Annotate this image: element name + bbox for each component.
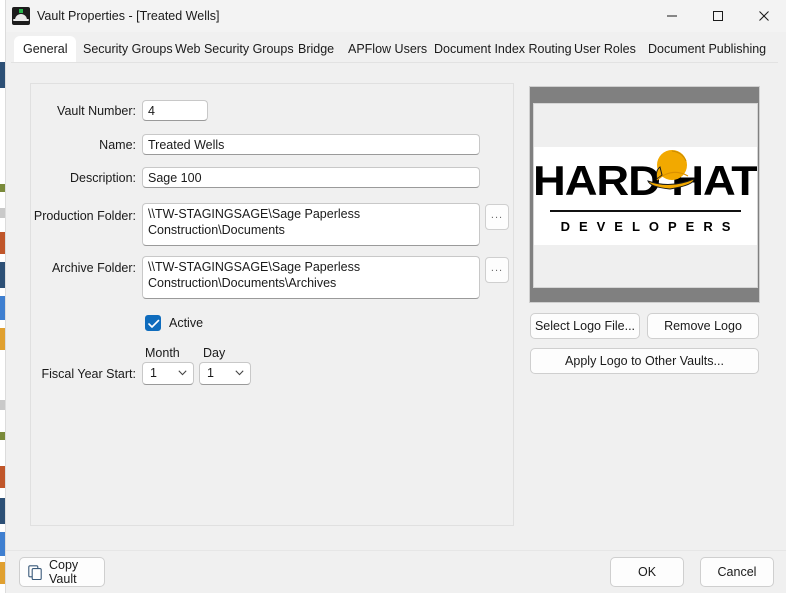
copy-icon [28, 564, 42, 580]
fiscal-year-start-label: Fiscal Year Start: [41, 367, 137, 381]
cancel-button[interactable]: Cancel [700, 557, 774, 587]
archive-folder-browse-button[interactable]: ... [485, 257, 509, 283]
ok-button[interactable]: OK [610, 557, 684, 587]
name-label: Name: [99, 138, 136, 152]
description-input[interactable] [142, 167, 480, 188]
check-icon [148, 319, 160, 328]
vault-number-input[interactable] [142, 100, 208, 121]
close-icon[interactable] [741, 0, 786, 32]
tab-apflow-users[interactable]: APFlow Users [339, 36, 436, 62]
tab-user-roles[interactable]: User Roles [565, 36, 645, 62]
vault-properties-window: Vault Properties - [Treated Wells] Gener… [5, 0, 786, 593]
remove-logo-button[interactable]: Remove Logo [647, 313, 759, 339]
archive-folder-input[interactable] [142, 256, 480, 299]
fiscal-day-select[interactable]: 1 [199, 362, 251, 385]
fiscal-month-value: 1 [150, 366, 157, 380]
select-logo-file-button[interactable]: Select Logo File... [530, 313, 640, 339]
production-folder-input[interactable] [142, 203, 480, 246]
fiscal-month-select[interactable]: 1 [142, 362, 194, 385]
chevron-down-icon [235, 370, 244, 376]
tab-general[interactable]: General [14, 36, 77, 62]
tab-bar: General Security Groups Web Security Gro… [6, 32, 786, 63]
screen: Vault Properties - [Treated Wells] Gener… [0, 0, 786, 593]
month-label: Month [145, 346, 180, 360]
copy-vault-label: Copy Vault [49, 558, 79, 586]
archive-folder-label: Archive Folder: [51, 261, 136, 275]
tab-bridge[interactable]: Bridge [289, 36, 343, 62]
hard-hat-icon [12, 7, 30, 25]
logo-image: HARD HAT DEVELOPERS [533, 103, 758, 288]
maximize-icon[interactable] [695, 0, 741, 32]
apply-logo-to-other-vaults-button[interactable]: Apply Logo to Other Vaults... [530, 348, 759, 374]
active-label: Active [169, 316, 204, 330]
footer-bar: Copy Vault OK Cancel [6, 550, 786, 593]
production-folder-browse-button[interactable]: ... [485, 204, 509, 230]
tab-document-publishing[interactable]: Document Publishing [639, 36, 775, 62]
description-label: Description: [70, 171, 136, 185]
logo-preview: HARD HAT DEVELOPERS [529, 86, 760, 303]
day-label: Day [203, 346, 226, 360]
name-input[interactable] [142, 134, 480, 155]
checkbox-box [145, 315, 161, 331]
chevron-down-icon [178, 370, 187, 376]
tab-document-index-routing[interactable]: Document Index Routing [425, 36, 581, 62]
logo-subtitle: DEVELOPERS [560, 219, 740, 234]
fiscal-day-value: 1 [207, 366, 214, 380]
vault-number-label: Vault Number: [57, 104, 136, 118]
title-bar: Vault Properties - [Treated Wells] [6, 0, 786, 32]
window-title: Vault Properties - [Treated Wells] [37, 9, 220, 23]
hard-hat-graphic [647, 150, 695, 190]
tab-web-security-groups[interactable]: Web Security Groups [166, 36, 303, 62]
minimize-icon[interactable] [649, 0, 695, 32]
copy-vault-button[interactable]: Copy Vault [19, 557, 105, 587]
production-folder-label: Production Folder: [33, 209, 136, 223]
